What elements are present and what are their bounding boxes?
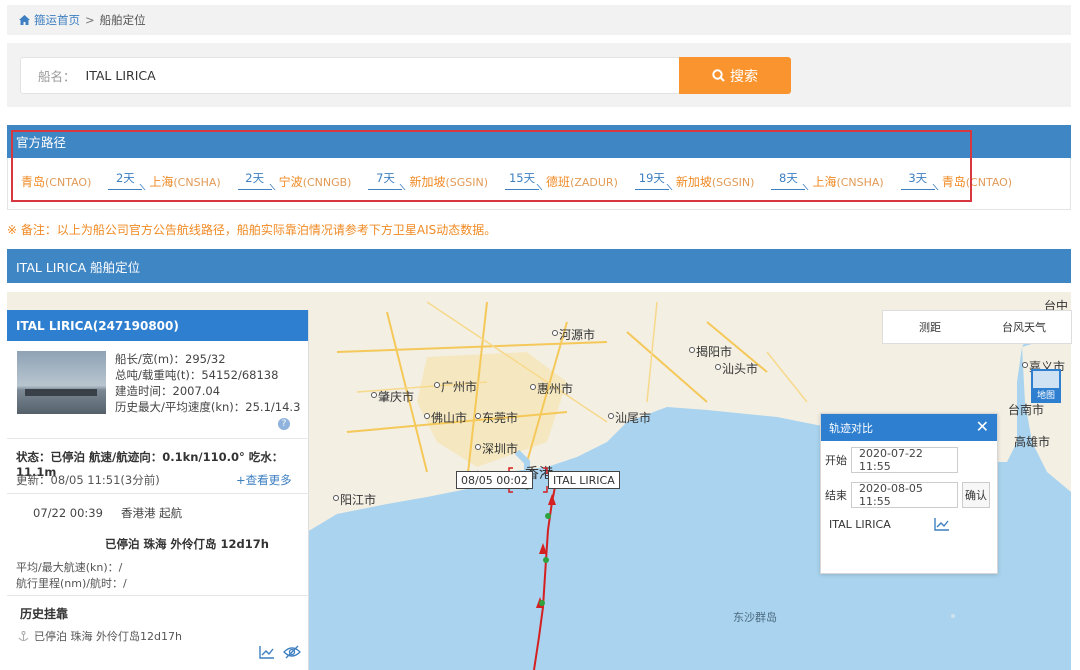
map-tools: 测距 台风天气 [882,310,1072,344]
end-row: 结束 2020-08-05 11:55 确认 [825,482,990,508]
moored-status: 已停泊 珠海 外伶仃岛 12d17h [105,537,269,551]
vessel-specs: 船长/宽(m)：295/32 总吨/载重吨(t)：54152/68138 建造时… [115,351,300,415]
departure-record: 07/22 00:39 香港港 起航 [33,505,200,521]
help-icon[interactable]: ? [278,418,290,430]
distance-stat: 航行里程(nm)/航时：/ [16,577,127,590]
typhoon-weather-button[interactable]: 台风天气 [977,319,1071,335]
breadcrumb: 箍运首页 > 船舶定位 [7,5,1071,35]
vessel-photo [17,351,106,414]
compare-ship-name: ITAL LIRICA [829,518,891,531]
search-button[interactable]: 搜索 [679,57,791,94]
search-icon [712,69,725,82]
end-time-input[interactable]: 2020-08-05 11:55 [851,482,958,508]
start-label: 开始 [825,454,847,467]
breadcrumb-current: 船舶定位 [99,13,146,27]
position-header: ITAL LIRICA 船舶定位 [7,249,1071,283]
search-button-label: 搜索 [730,68,758,85]
end-label: 结束 [825,489,847,502]
route-note: ※ 备注：以上为船公司官方公告航线路径，船舶实际靠泊情况请参考下方卫星AIS动态… [7,223,497,237]
route-highlight-box [11,130,972,202]
line-chart-icon[interactable] [934,517,950,531]
search-label: 船名： [38,69,76,84]
history-item-text: 已停泊 珠海 外伶仃岛12d17h [34,630,182,643]
track-compare-title: 轨迹对比 [829,421,873,435]
ship-time-label: 08/05 00:02 [456,471,533,489]
divider [7,438,309,439]
search-panel: 船名： ITAL LIRICA 搜索 [7,43,1071,107]
line-chart-icon[interactable] [259,645,275,659]
departure-time: 07/22 00:39 [33,506,103,520]
position-title: ITAL LIRICA 船舶定位 [16,259,141,275]
speed-stat: 平均/最大航速(kn)：/ [16,561,123,574]
measure-distance-button[interactable]: 测距 [883,319,977,335]
view-more-link[interactable]: +查看更多 [236,472,292,488]
breadcrumb-home-link[interactable]: 箍运首页 [19,12,80,28]
confirm-button[interactable]: 确认 [962,482,990,508]
start-time-input[interactable]: 2020-07-22 11:55 [851,447,958,473]
search-input[interactable]: 船名： ITAL LIRICA [20,57,680,94]
history-actions [259,645,301,659]
track-compare-dialog: 轨迹对比 ✕ 开始 2020-07-22 11:55 结束 2020-08-05… [820,413,998,574]
search-value: ITAL LIRICA [85,68,156,83]
breadcrumb-separator: > [85,13,95,27]
home-icon [19,15,30,25]
map-layer-toggle[interactable]: 地图 [1031,369,1061,403]
spec-speed: 历史最大/平均速度(kn)：25.1/14.3 [115,400,301,414]
breadcrumb-home-label: 箍运首页 [34,13,80,27]
spec-build-date: 建造时间：2007.04 [115,384,221,398]
start-row: 开始 2020-07-22 11:55 [825,447,958,473]
eye-hidden-icon[interactable] [283,645,301,659]
history-item: 已停泊 珠海 外伶仃岛12d17h [18,628,182,644]
spec-tonnage: 总吨/载重吨(t)：54152/68138 [115,368,279,382]
close-icon[interactable]: ✕ [976,419,989,435]
ship-name-label[interactable]: ITAL LIRICA [548,471,620,489]
divider [7,595,309,596]
divider [7,493,309,494]
map-layer-label: 地图 [1033,388,1059,401]
spec-dimensions: 船长/宽(m)：295/32 [115,352,226,366]
history-title: 历史挂靠 [20,607,69,621]
vessel-update-time: 更新：08/05 11:51(3分前) [16,473,160,487]
vessel-title: ITAL LIRICA(247190800) [7,310,308,341]
vessel-info-panel: ITAL LIRICA(247190800) 船长/宽(m)：295/32 总吨… [7,310,309,670]
track-compare-header: 轨迹对比 ✕ [821,414,997,441]
departure-text: 香港港 起航 [120,506,183,520]
anchor-icon [18,630,29,641]
